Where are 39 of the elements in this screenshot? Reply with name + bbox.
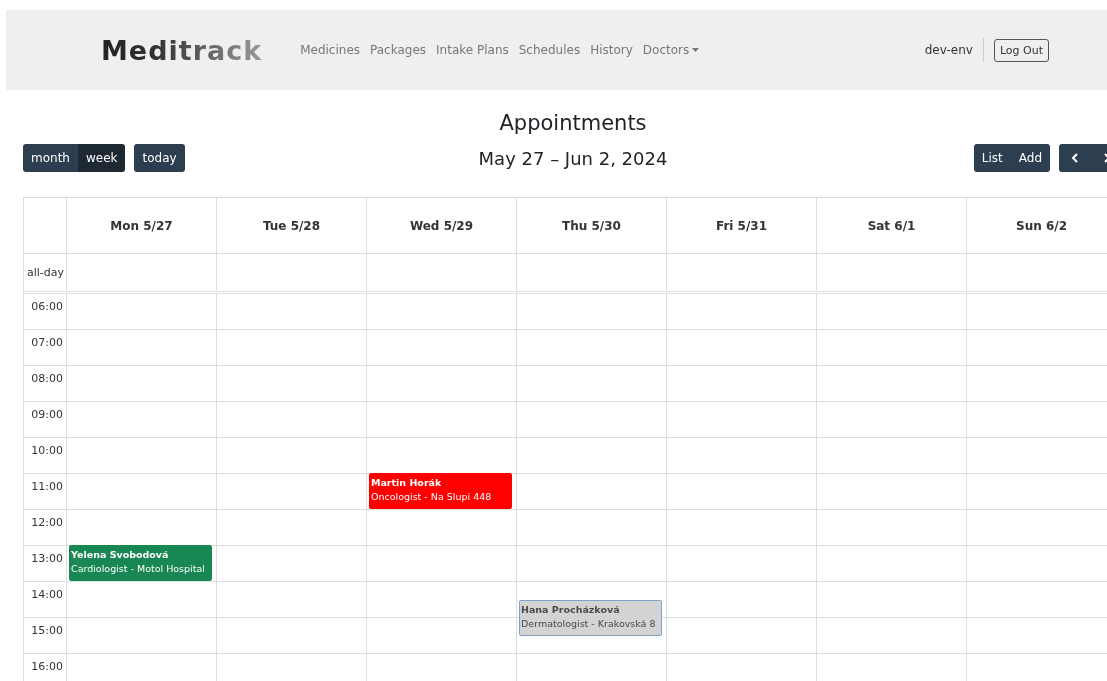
day-header: Sat 6/1 [816, 198, 966, 253]
day-header: Sun 6/2 [966, 198, 1107, 253]
time-label: 09:00 [30, 407, 64, 423]
logout-button[interactable]: Log Out [993, 38, 1049, 62]
time-label: 12:00 [30, 515, 64, 531]
all-day-label: all-day [25, 265, 65, 281]
nav-link[interactable]: Packages [370, 43, 427, 57]
appointment-event[interactable]: Hana Procházková Dermatologist - Krakovská 8 [519, 600, 662, 636]
nav-link[interactable]: History [590, 43, 633, 57]
time-label: 10:00 [30, 443, 64, 459]
page-title: Appointments [498, 110, 648, 137]
today-button[interactable]: today [134, 144, 185, 172]
day-header: Mon 5/27 [66, 198, 216, 253]
day-header: Tue 5/28 [216, 198, 366, 253]
day-header: Thu 5/30 [516, 198, 666, 253]
time-label: 07:00 [30, 335, 64, 351]
nav-link[interactable]: Schedules [518, 43, 581, 57]
appointment-event[interactable]: Yelena Svobodová Cardiologist - Motol Hospital [69, 545, 212, 581]
toolbar-button[interactable]: List [973, 144, 1011, 172]
chevron-left-icon [1071, 153, 1079, 163]
view-tab[interactable]: month [23, 144, 78, 172]
date-range: May 27 – Jun 2, 2024 [478, 147, 668, 169]
nav-link[interactable]: Medicines [300, 43, 361, 57]
time-label: 08:00 [30, 371, 64, 387]
previous-button[interactable] [1059, 144, 1091, 172]
nav-link[interactable]: Doctors [642, 43, 700, 57]
toolbar-button[interactable]: Add [1010, 144, 1050, 172]
day-header: Wed 5/29 [366, 198, 516, 253]
appointment-event[interactable]: Martin Horák Oncologist - Na Slupi 448 [369, 473, 512, 509]
time-label: 14:00 [30, 587, 64, 603]
view-tab[interactable]: week [77, 144, 126, 172]
day-header: Fri 5/31 [666, 198, 816, 253]
time-label: 16:00 [30, 659, 64, 675]
time-label: 11:00 [30, 479, 64, 495]
environment-label: dev-env [924, 38, 984, 62]
time-label: 15:00 [30, 623, 64, 639]
nav-link[interactable]: Intake Plans [436, 43, 509, 57]
time-label: 13:00 [30, 551, 64, 567]
time-label: 06:00 [30, 299, 64, 315]
